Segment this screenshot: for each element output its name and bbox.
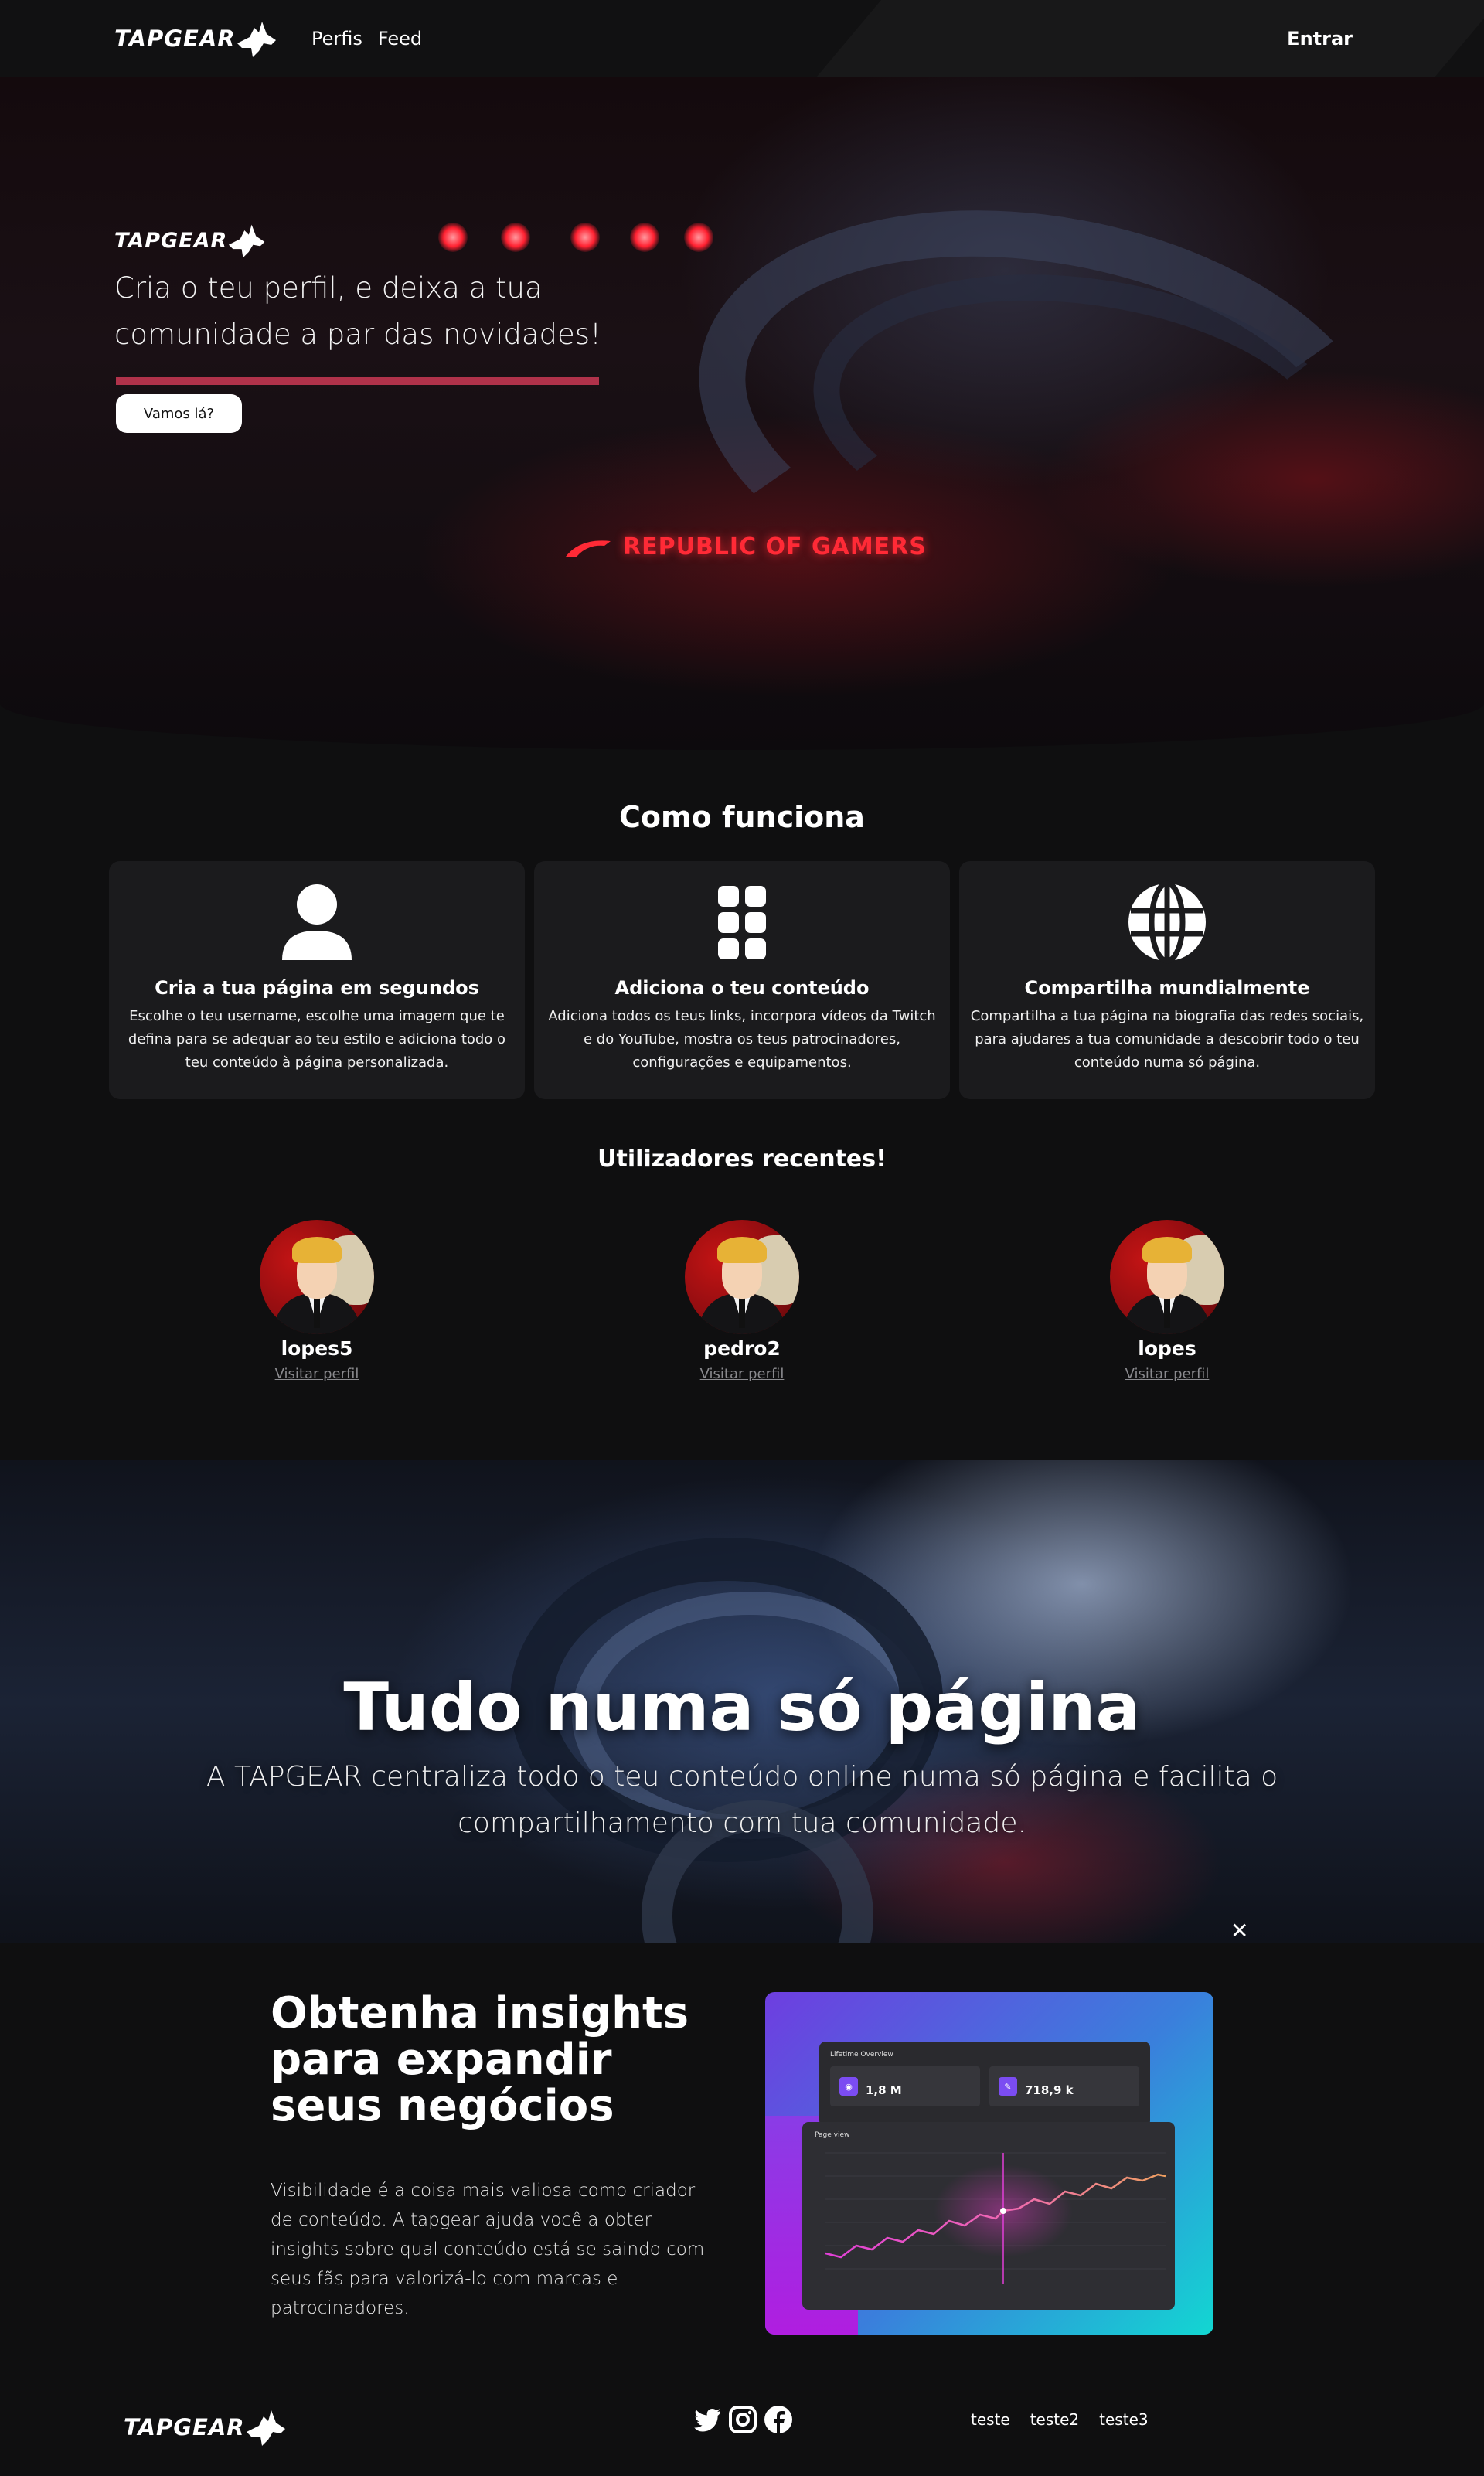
hero-image-label: REPUBLIC OF GAMERS xyxy=(564,533,927,560)
brand-logo[interactable]: TAPGEAR xyxy=(114,17,279,60)
feature-title: Cria a tua página em segundos xyxy=(155,977,479,999)
globe-icon xyxy=(1128,880,1206,964)
overview-panel: Lifetime Overview ◉ 1,8 M ✎ 718,9 k xyxy=(819,2042,1150,2127)
visit-profile-link[interactable]: Visitar perfil xyxy=(642,1366,842,1382)
footer-links: teste teste2 teste3 xyxy=(971,2410,1149,2429)
stat-value: 718,9 k xyxy=(1025,2083,1074,2097)
banner-section: Tudo numa só página A TAPGEAR centraliza… xyxy=(0,1460,1484,1943)
nav-links: Perfis Feed xyxy=(311,28,422,49)
user-name: pedro2 xyxy=(703,1337,781,1360)
hero-led xyxy=(684,223,713,252)
feature-title: Compartilha mundialmente xyxy=(1024,977,1310,999)
nav-link-feed[interactable]: Feed xyxy=(378,28,422,49)
feature-card: Adiciona o teu conteúdo Adiciona todos o… xyxy=(534,861,950,1099)
hero-section: REPUBLIC OF GAMERS TAPGEAR Cria o teu pe… xyxy=(0,77,1484,750)
hero-logo: TAPGEAR xyxy=(114,220,267,261)
hero-cta-button[interactable]: Vamos lá? xyxy=(116,394,242,433)
user-card: pedro2 Visitar perfil xyxy=(642,1220,842,1382)
footer-link[interactable]: teste2 xyxy=(1030,2410,1079,2429)
wolf-icon xyxy=(246,2410,285,2446)
rog-eye-icon xyxy=(566,540,611,557)
footer-link[interactable]: teste3 xyxy=(1099,2410,1148,2429)
banner-title: Tudo numa só página xyxy=(343,1669,1141,1746)
footer-link[interactable]: teste xyxy=(971,2410,1010,2429)
hero-led xyxy=(501,223,530,252)
facebook-icon[interactable] xyxy=(763,2404,794,2435)
stat-box: ◉ 1,8 M xyxy=(830,2066,980,2106)
visit-profile-link[interactable]: Visitar perfil xyxy=(1067,1366,1268,1382)
stat-box: ✎ 718,9 k xyxy=(989,2066,1139,2106)
social-links xyxy=(692,2404,794,2435)
overview-title: Lifetime Overview xyxy=(830,2051,893,2059)
feature-title: Adiciona o teu conteúdo xyxy=(614,977,870,999)
brand-name: TAPGEAR xyxy=(114,228,228,253)
link-icon: ✎ xyxy=(999,2077,1017,2096)
insights-text: Visibilidade é a coisa mais valiosa como… xyxy=(271,2181,705,2318)
avatar[interactable] xyxy=(260,1220,374,1334)
feature-text: Escolhe o teu username, escolhe uma imag… xyxy=(128,1008,506,1071)
login-link[interactable]: Entrar xyxy=(1287,28,1353,49)
insights-title: Obtenha insights para expandir seus negó… xyxy=(271,1988,689,2131)
avatar[interactable] xyxy=(685,1220,799,1334)
user-card: lopes5 Visitar perfil xyxy=(216,1220,417,1382)
twitter-icon[interactable] xyxy=(692,2404,723,2435)
accent-bar xyxy=(116,377,599,385)
section-title-how: Como funciona xyxy=(619,800,865,834)
feature-card: Compartilha mundialmente Compartilha a t… xyxy=(959,861,1375,1099)
feature-card: Cria a tua página em segundos Escolhe o … xyxy=(109,861,525,1099)
user-card: lopes Visitar perfil xyxy=(1067,1220,1268,1382)
avatar[interactable] xyxy=(1110,1220,1224,1334)
brand-name: TAPGEAR xyxy=(114,26,236,52)
user-name: lopes5 xyxy=(281,1337,353,1360)
eye-icon: ◉ xyxy=(839,2077,858,2096)
hero-led xyxy=(630,223,659,252)
nav-link-perfis[interactable]: Perfis xyxy=(311,28,362,49)
analytics-mockup-image: Lifetime Overview ◉ 1,8 M ✎ 718,9 k Page… xyxy=(765,1992,1213,2335)
hero-led xyxy=(438,223,468,252)
footer-logo[interactable]: TAPGEAR xyxy=(124,2406,288,2449)
wolf-icon xyxy=(229,224,265,258)
user-icon xyxy=(282,884,352,960)
top-navbar: TAPGEAR Perfis Feed Entrar xyxy=(0,0,1484,77)
hero-led xyxy=(570,223,600,252)
visit-profile-link[interactable]: Visitar perfil xyxy=(216,1366,417,1382)
page-view-panel: Page view xyxy=(802,2122,1175,2310)
feature-text: Adiciona todos os teus links, incorpora … xyxy=(548,1008,936,1071)
stat-value: 1,8 M xyxy=(866,2083,902,2097)
hero-tagline: Cria o teu perfil, e deixa a tua comunid… xyxy=(114,271,601,351)
close-icon: ✕ xyxy=(1230,1918,1249,1943)
section-title-recent: Utilizadores recentes! xyxy=(597,1146,887,1173)
wolf-icon xyxy=(237,22,276,57)
page-view-chart xyxy=(825,2152,1166,2284)
brand-name: TAPGEAR xyxy=(124,2414,245,2440)
grid-icon xyxy=(718,886,766,959)
feature-cards: Cria a tua página em segundos Escolhe o … xyxy=(109,861,1375,1099)
banner-text: A TAPGEAR centraliza todo o teu conteúdo… xyxy=(206,1761,1278,1839)
instagram-icon[interactable] xyxy=(727,2404,758,2435)
feature-text: Compartilha a tua página na biografia da… xyxy=(970,1008,1364,1071)
user-name: lopes xyxy=(1138,1337,1196,1360)
